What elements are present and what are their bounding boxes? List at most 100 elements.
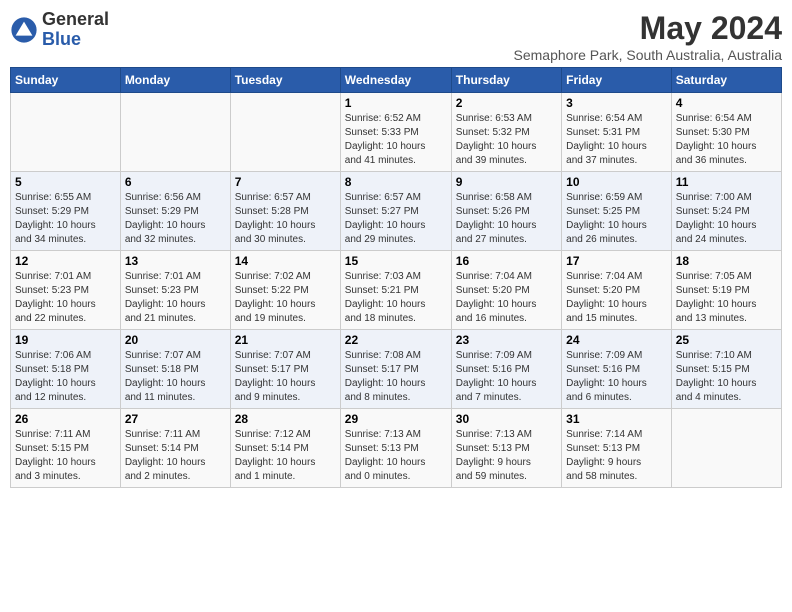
day-number: 7 [235,175,336,189]
day-info: Sunrise: 7:00 AM Sunset: 5:24 PM Dayligh… [676,191,777,247]
day-cell [230,93,340,172]
day-info: Sunrise: 6:57 AM Sunset: 5:28 PM Dayligh… [235,191,336,247]
day-info: Sunrise: 7:13 AM Sunset: 5:13 PM Dayligh… [456,428,557,484]
day-info: Sunrise: 7:09 AM Sunset: 5:16 PM Dayligh… [566,349,667,405]
column-header-monday: Monday [120,68,230,93]
day-number: 23 [456,333,557,347]
day-info: Sunrise: 7:14 AM Sunset: 5:13 PM Dayligh… [566,428,667,484]
column-header-friday: Friday [562,68,672,93]
day-info: Sunrise: 6:57 AM Sunset: 5:27 PM Dayligh… [345,191,447,247]
day-cell [11,93,121,172]
day-number: 15 [345,254,447,268]
day-cell: 30Sunrise: 7:13 AM Sunset: 5:13 PM Dayli… [451,409,561,488]
day-cell: 6 Sunrise: 6:56 AM Sunset: 5:29 PM Daylig… [120,172,230,251]
column-header-tuesday: Tuesday [230,68,340,93]
day-info: Sunrise: 7:11 AM Sunset: 5:14 PM Dayligh… [125,428,226,484]
day-number: 26 [15,412,116,426]
day-number: 17 [566,254,667,268]
day-number: 16 [456,254,557,268]
day-number: 20 [125,333,226,347]
day-number: 29 [345,412,447,426]
week-row-3: 12 Sunrise: 7:01 AM Sunset: 5:23 PM Dayli… [11,251,782,330]
day-cell: 7 Sunrise: 6:57 AM Sunset: 5:28 PM Daylig… [230,172,340,251]
day-cell: 9 Sunrise: 6:58 AM Sunset: 5:26 PM Daylig… [451,172,561,251]
day-number: 25 [676,333,777,347]
day-info: Sunrise: 7:03 AM Sunset: 5:21 PM Dayligh… [345,270,447,326]
column-header-wednesday: Wednesday [340,68,451,93]
day-info: Sunrise: 7:01 AM Sunset: 5:23 PM Dayligh… [15,270,116,326]
day-number: 3 [566,96,667,110]
day-cell: 16 Sunrise: 7:04 AM Sunset: 5:20 PM Dayli… [451,251,561,330]
day-info: Sunrise: 7:07 AM Sunset: 5:18 PM Dayligh… [125,349,226,405]
logo-text: General Blue [42,10,109,50]
main-title: May 2024 [514,10,782,47]
day-info: Sunrise: 7:10 AM Sunset: 5:15 PM Dayligh… [676,349,777,405]
day-number: 31 [566,412,667,426]
day-number: 21 [235,333,336,347]
day-cell: 23 Sunrise: 7:09 AM Sunset: 5:16 PM Dayli… [451,330,561,409]
day-info: Sunrise: 7:13 AM Sunset: 5:13 PM Dayligh… [345,428,447,484]
day-info: Sunrise: 7:09 AM Sunset: 5:16 PM Dayligh… [456,349,557,405]
day-info: Sunrise: 7:02 AM Sunset: 5:22 PM Dayligh… [235,270,336,326]
day-cell: 11 Sunrise: 7:00 AM Sunset: 5:24 PM Dayli… [671,172,781,251]
day-info: Sunrise: 7:04 AM Sunset: 5:20 PM Dayligh… [456,270,557,326]
day-cell: 14 Sunrise: 7:02 AM Sunset: 5:22 PM Dayli… [230,251,340,330]
day-cell: 5 Sunrise: 6:55 AM Sunset: 5:29 PM Daylig… [11,172,121,251]
day-cell: 29 Sunrise: 7:13 AM Sunset: 5:13 PM Dayli… [340,409,451,488]
day-info: Sunrise: 6:55 AM Sunset: 5:29 PM Dayligh… [15,191,116,247]
day-cell: 21 Sunrise: 7:07 AM Sunset: 5:17 PM Dayli… [230,330,340,409]
week-row-1: 1Sunrise: 6:52 AM Sunset: 5:33 PM Daylig… [11,93,782,172]
day-cell: 28Sunrise: 7:12 AM Sunset: 5:14 PM Dayli… [230,409,340,488]
week-row-5: 26 Sunrise: 7:11 AM Sunset: 5:15 PM Dayli… [11,409,782,488]
day-cell: 1Sunrise: 6:52 AM Sunset: 5:33 PM Daylig… [340,93,451,172]
day-number: 2 [456,96,557,110]
day-number: 4 [676,96,777,110]
day-info: Sunrise: 7:07 AM Sunset: 5:17 PM Dayligh… [235,349,336,405]
day-info: Sunrise: 7:12 AM Sunset: 5:14 PM Dayligh… [235,428,336,484]
column-header-thursday: Thursday [451,68,561,93]
day-number: 5 [15,175,116,189]
day-info: Sunrise: 6:54 AM Sunset: 5:31 PM Dayligh… [566,112,667,168]
day-cell: 15 Sunrise: 7:03 AM Sunset: 5:21 PM Dayli… [340,251,451,330]
week-row-2: 5 Sunrise: 6:55 AM Sunset: 5:29 PM Daylig… [11,172,782,251]
day-cell: 25 Sunrise: 7:10 AM Sunset: 5:15 PM Dayli… [671,330,781,409]
header-row: SundayMondayTuesdayWednesdayThursdayFrid… [11,68,782,93]
day-info: Sunrise: 7:06 AM Sunset: 5:18 PM Dayligh… [15,349,116,405]
day-number: 13 [125,254,226,268]
day-info: Sunrise: 7:05 AM Sunset: 5:19 PM Dayligh… [676,270,777,326]
day-cell: 22 Sunrise: 7:08 AM Sunset: 5:17 PM Dayli… [340,330,451,409]
day-info: Sunrise: 7:01 AM Sunset: 5:23 PM Dayligh… [125,270,226,326]
day-info: Sunrise: 6:56 AM Sunset: 5:29 PM Dayligh… [125,191,226,247]
day-number: 11 [676,175,777,189]
logo: General Blue [10,10,109,50]
subtitle: Semaphore Park, South Australia, Austral… [514,47,782,63]
day-number: 12 [15,254,116,268]
logo-blue: Blue [42,29,81,49]
day-number: 9 [456,175,557,189]
column-header-sunday: Sunday [11,68,121,93]
week-row-4: 19Sunrise: 7:06 AM Sunset: 5:18 PM Dayli… [11,330,782,409]
day-number: 8 [345,175,447,189]
day-number: 14 [235,254,336,268]
day-cell: 18 Sunrise: 7:05 AM Sunset: 5:19 PM Dayli… [671,251,781,330]
day-number: 22 [345,333,447,347]
day-cell: 13 Sunrise: 7:01 AM Sunset: 5:23 PM Dayli… [120,251,230,330]
calendar-table: SundayMondayTuesdayWednesdayThursdayFrid… [10,67,782,488]
day-info: Sunrise: 6:59 AM Sunset: 5:25 PM Dayligh… [566,191,667,247]
day-info: Sunrise: 7:11 AM Sunset: 5:15 PM Dayligh… [15,428,116,484]
day-cell: 2Sunrise: 6:53 AM Sunset: 5:32 PM Daylig… [451,93,561,172]
day-cell: 4Sunrise: 6:54 AM Sunset: 5:30 PM Daylig… [671,93,781,172]
day-cell: 17 Sunrise: 7:04 AM Sunset: 5:20 PM Dayli… [562,251,672,330]
title-block: May 2024 Semaphore Park, South Australia… [514,10,782,63]
day-number: 27 [125,412,226,426]
day-number: 18 [676,254,777,268]
logo-general: General [42,9,109,29]
day-number: 6 [125,175,226,189]
day-cell: 12 Sunrise: 7:01 AM Sunset: 5:23 PM Dayli… [11,251,121,330]
day-number: 1 [345,96,447,110]
day-info: Sunrise: 7:04 AM Sunset: 5:20 PM Dayligh… [566,270,667,326]
day-info: Sunrise: 7:08 AM Sunset: 5:17 PM Dayligh… [345,349,447,405]
day-cell: 26 Sunrise: 7:11 AM Sunset: 5:15 PM Dayli… [11,409,121,488]
column-header-saturday: Saturday [671,68,781,93]
day-info: Sunrise: 6:58 AM Sunset: 5:26 PM Dayligh… [456,191,557,247]
